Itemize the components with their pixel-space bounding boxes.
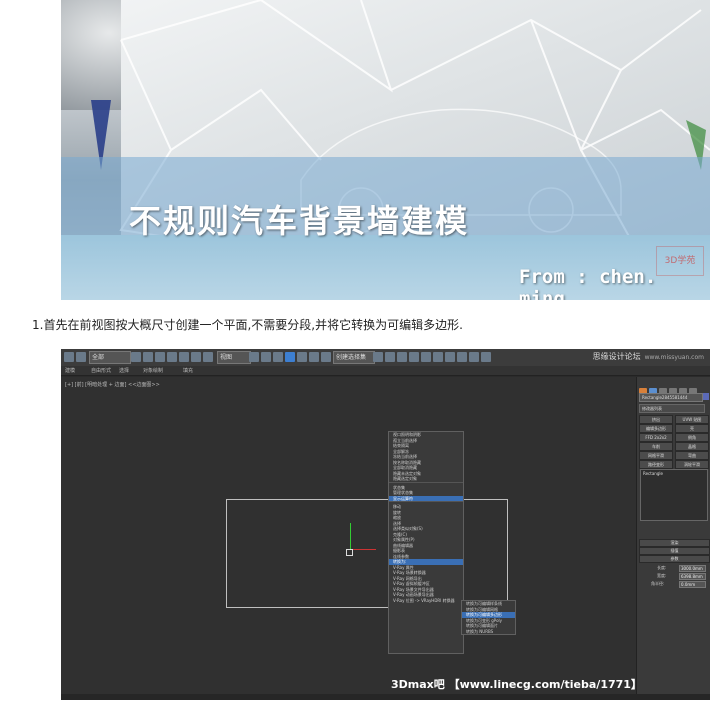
modifier-list-dropdown[interactable]: 修改器列表 — [639, 404, 705, 413]
modifier-button[interactable]: 车削 — [639, 442, 673, 451]
layer-manager-icon[interactable] — [397, 352, 407, 362]
rectangle-selection-icon[interactable] — [155, 352, 165, 362]
rollout-interpolation[interactable]: 插值 — [639, 547, 710, 555]
modifier-button[interactable]: FFD 2x2x2 — [639, 433, 673, 442]
rollout-rendering[interactable]: 渲染 — [639, 539, 710, 547]
render-frame-icon[interactable] — [469, 352, 479, 362]
modifier-button[interactable]: 壳 — [675, 424, 709, 433]
select-manipulate-icon[interactable] — [261, 352, 271, 362]
select-by-name-icon[interactable] — [143, 352, 153, 362]
window-crossing-icon[interactable] — [167, 352, 177, 362]
forum-url: www.missyuan.com — [644, 354, 704, 361]
y-axis-gizmo[interactable] — [350, 523, 351, 549]
select-move-icon[interactable] — [179, 352, 189, 362]
angle-snap-icon[interactable] — [297, 352, 307, 362]
modifier-button[interactable]: 涡轮平滑 — [675, 460, 709, 469]
param-input-length[interactable]: 3000.0mm — [679, 565, 706, 572]
pivot-gizmo[interactable] — [346, 549, 353, 556]
curve-editor-icon[interactable] — [421, 352, 431, 362]
select-scale-icon[interactable] — [203, 352, 213, 362]
percent-snap-icon[interactable] — [309, 352, 319, 362]
named-selection-dropdown[interactable]: 创建选择集 — [333, 351, 375, 364]
snap-toggle-icon[interactable] — [285, 352, 295, 362]
param-label-width: 宽度: — [657, 573, 667, 578]
param-input-width[interactable]: 6398.8mm — [679, 573, 706, 580]
keyboard-shortcut-icon[interactable] — [273, 352, 283, 362]
main-toolbar: 全部 视图 创建选择集 思缘设计论坛 www.missyuan.com — [61, 349, 710, 367]
forum-watermark: 思缘设计论坛 www.missyuan.com — [593, 351, 704, 362]
rollout-parameters[interactable]: 参数 — [639, 555, 710, 563]
schematic-view-icon[interactable] — [433, 352, 443, 362]
front-viewport[interactable]: 视口照明和阴影 孤立当前选择 结束隔离 全部解冻 冻结当前选择 按名称取消隐藏 … — [61, 377, 636, 694]
step-instruction: 1.首先在前视图按大概尺寸创建一个平面,不需要分段,并将它转换为可编辑多边形. — [32, 318, 463, 332]
ribbon-tab-object-paint[interactable]: 对象绘制 — [143, 367, 163, 374]
command-panel: Rectangle2845581444 修改器列表 挤出 UVW 贴图 编辑多边… — [636, 377, 710, 694]
param-input-corner-radius[interactable]: 0.0mm — [679, 581, 706, 588]
modifier-button[interactable]: 倒角 — [675, 433, 709, 442]
ribbon-tabs: 建模 自由形式 选择 对象绘制 填充 — [61, 366, 710, 376]
forum-name: 思缘设计论坛 — [592, 352, 641, 361]
select-object-icon[interactable] — [131, 352, 141, 362]
convert-to-submenu: 转换为可编辑样条线 转换为可编辑网格 转换为可编辑多边形 转换为可变形 gPol… — [461, 600, 516, 635]
modifier-button[interactable]: 弯曲 — [675, 451, 709, 460]
reference-coordinate-dropdown[interactable]: 视图 — [217, 351, 251, 364]
plane-object-outline[interactable] — [226, 499, 508, 608]
align-icon[interactable] — [385, 352, 395, 362]
modifier-button[interactable]: 路径变形 — [639, 460, 673, 469]
select-rotate-icon[interactable] — [191, 352, 201, 362]
x-axis-gizmo[interactable] — [350, 549, 376, 550]
modifier-button[interactable]: 网格平滑 — [639, 451, 673, 460]
modifier-stack[interactable]: Rectangle — [640, 469, 708, 521]
ribbon-tab-populate[interactable]: 填充 — [183, 367, 193, 374]
quad-menu: 视口照明和阴影 孤立当前选择 结束隔离 全部解冻 冻结当前选择 按名称取消隐藏 … — [388, 431, 464, 654]
max-window-screenshot: 全部 视图 创建选择集 思缘设计论坛 www.missyuan.com 建模 自由… — [61, 349, 710, 700]
pivot-point-icon[interactable] — [249, 352, 259, 362]
render-icon[interactable] — [481, 352, 491, 362]
tieba-watermark: 3Dmax吧 【www.linecg.com/tieba/1771】 — [391, 678, 642, 691]
object-name-field[interactable]: Rectangle2845581444 — [639, 393, 703, 402]
mirror-icon[interactable] — [373, 352, 383, 362]
undo-icon[interactable] — [64, 352, 74, 362]
graphite-toggle-icon[interactable] — [409, 352, 419, 362]
modifier-button[interactable]: 晶格 — [675, 442, 709, 451]
quad-menu-item[interactable]: V-Ray 位图 -> VRayHDRI 转换器 — [389, 598, 463, 604]
render-setup-icon[interactable] — [457, 352, 467, 362]
status-bar — [61, 694, 710, 700]
submenu-item-nurbs[interactable]: 转换为 NURBS — [462, 629, 515, 635]
viewport-label[interactable]: [+] [前] [明暗处理 + 边面] <<边面图>> — [65, 381, 160, 388]
material-editor-icon[interactable] — [445, 352, 455, 362]
banner-title: 不规则汽车背景墙建模 — [129, 202, 470, 240]
banner-image: 不规则汽车背景墙建模 3D学苑 From : chen. ming — [61, 0, 710, 300]
redo-icon[interactable] — [76, 352, 86, 362]
modifier-button[interactable]: 编辑多边形 — [639, 424, 673, 433]
spinner-snap-icon[interactable] — [321, 352, 331, 362]
ribbon-tab-freeform[interactable]: 自由形式 — [91, 367, 111, 374]
modifier-button[interactable]: 挤出 — [639, 415, 673, 424]
param-label-corner-radius: 角半径: — [651, 581, 665, 586]
ribbon-tab-modeling[interactable]: 建模 — [65, 367, 75, 374]
selection-filter-dropdown[interactable]: 全部 — [89, 351, 131, 364]
modifier-button[interactable]: UVW 贴图 — [675, 415, 709, 424]
command-panel-tabs — [639, 381, 709, 396]
stack-item-rectangle[interactable]: Rectangle — [641, 470, 707, 477]
object-color-swatch[interactable] — [703, 393, 709, 400]
ribbon-tab-selection[interactable]: 选择 — [119, 367, 129, 374]
param-label-length: 长度: — [657, 565, 667, 570]
banner-author: From : chen. ming — [519, 266, 657, 300]
